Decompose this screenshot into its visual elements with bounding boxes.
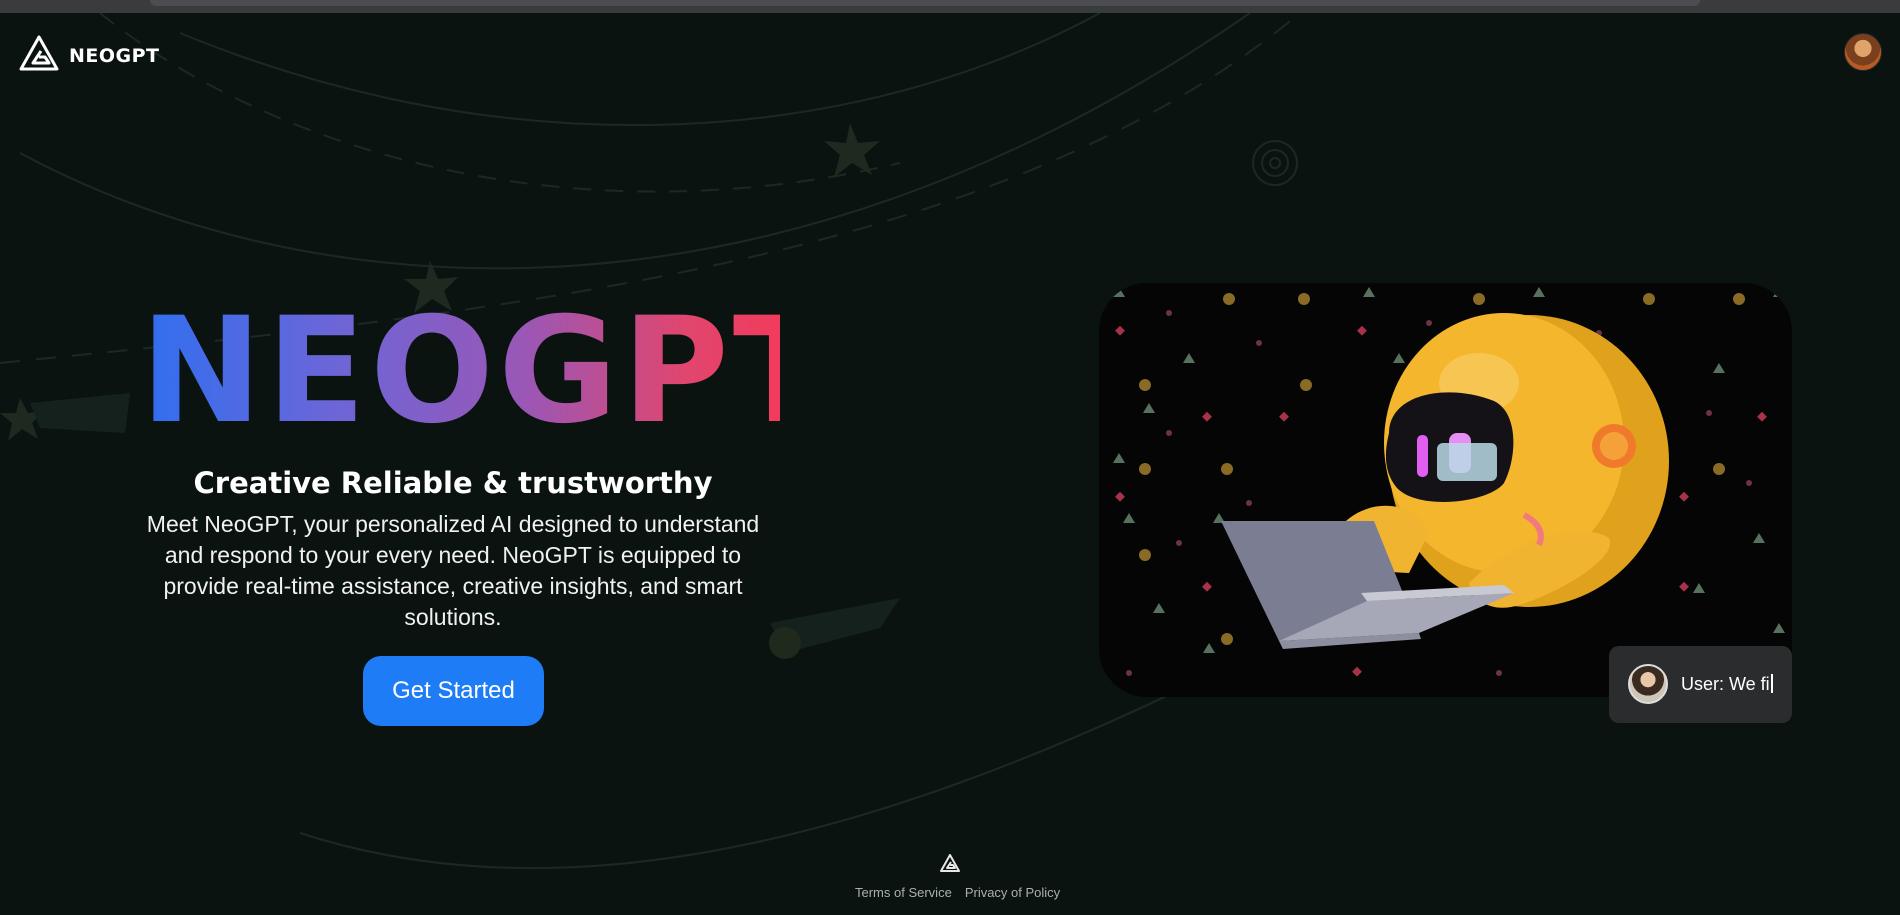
site-header: NEOGPT [0,13,1900,93]
hero-description: Meet NeoGPT, your personalized AI design… [146,511,760,630]
browser-chrome-strip [0,0,1900,13]
hero-illustration [1099,283,1792,697]
user-avatar [1628,664,1668,704]
get-started-button[interactable]: Get Started [363,656,544,726]
terms-of-service-link[interactable]: Terms of Service [855,885,952,900]
typing-caret [1770,674,1773,693]
chat-message: User: We fi [1681,674,1770,694]
browser-address-bar-edge [150,0,1700,6]
brand-logo[interactable]: NEOGPT [19,35,160,76]
privacy-policy-link[interactable]: Privacy of Policy [965,885,1060,900]
neogpt-logo-icon [940,854,960,876]
footer-links: Terms of Service Privacy of Policy [855,885,1060,900]
brand-name: NEOGPT [69,44,160,67]
hero-tagline: Creative Reliable & trustworthy [193,466,713,500]
footer-logo[interactable] [940,854,960,877]
hero-title: NEOGPT [140,286,837,456]
robot-with-laptop-illustration [1113,287,1785,677]
user-avatar[interactable] [1844,33,1882,71]
neogpt-logo-icon [19,35,59,76]
chat-bubble: User: We fi [1609,646,1792,723]
